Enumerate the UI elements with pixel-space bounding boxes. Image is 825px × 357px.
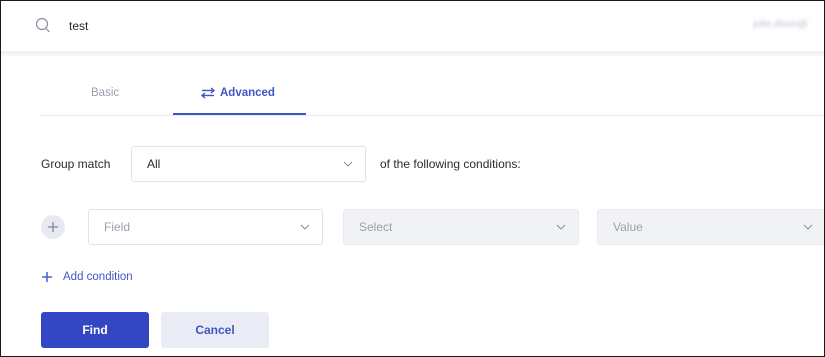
- find-button[interactable]: Find: [41, 312, 149, 348]
- value-placeholder: Value: [613, 220, 643, 234]
- search-input[interactable]: [69, 15, 469, 37]
- chevron-down-icon: [803, 224, 813, 230]
- add-condition-link[interactable]: Add condition: [41, 271, 133, 283]
- chevron-down-icon: [343, 161, 353, 167]
- user-email: julie.dixon@: [753, 19, 808, 30]
- group-match-value: All: [147, 157, 161, 171]
- plus-icon: [42, 272, 52, 282]
- chevron-down-icon: [300, 224, 310, 230]
- chevron-down-icon: [556, 224, 566, 230]
- cancel-button[interactable]: Cancel: [161, 312, 269, 348]
- operator-placeholder: Select: [359, 220, 393, 234]
- add-condition-label: Add condition: [63, 271, 133, 283]
- active-tab-indicator: [173, 113, 306, 115]
- field-select[interactable]: Field: [88, 209, 323, 245]
- tabs-divider: [41, 115, 824, 116]
- tab-basic[interactable]: Basic: [91, 87, 119, 99]
- operator-select[interactable]: Select: [343, 209, 579, 245]
- value-select[interactable]: Value: [597, 209, 824, 245]
- search-icon: [35, 17, 50, 33]
- group-match-label: Group match: [41, 157, 111, 171]
- tab-basic-label: Basic: [91, 87, 120, 99]
- tab-advanced-label: Advanced: [220, 87, 275, 99]
- group-match-suffix: of the following conditions:: [380, 157, 521, 171]
- add-subgroup-button[interactable]: [41, 215, 65, 239]
- group-match-select[interactable]: All: [131, 146, 366, 182]
- search-divider: [1, 51, 824, 56]
- advanced-search-panel: julie.dixon@ Basic Advanced Group match …: [0, 0, 825, 357]
- field-placeholder: Field: [104, 220, 131, 234]
- search-bar: julie.dixon@: [1, 1, 824, 51]
- plus-icon: [48, 222, 58, 232]
- sliders-icon: [201, 87, 215, 99]
- tab-advanced[interactable]: Advanced: [201, 87, 275, 99]
